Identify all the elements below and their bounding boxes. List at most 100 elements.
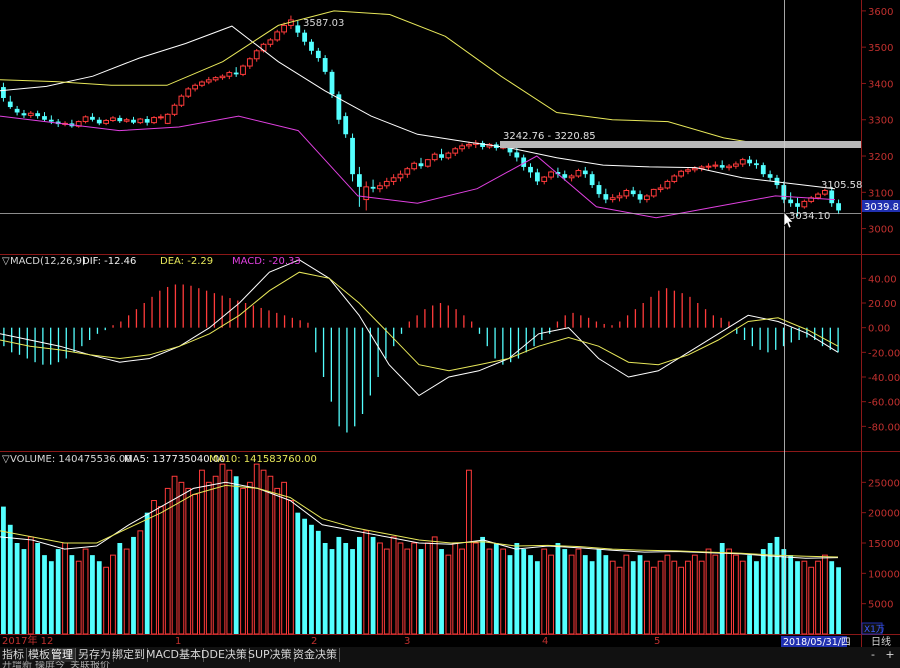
tab-0[interactable]: 指标 (0, 648, 27, 662)
candle-up (705, 165, 712, 168)
volume-axis-label: 10000 (868, 569, 900, 580)
recent-high-label: 3105.58 (821, 180, 862, 191)
tab-row2-0[interactable]: 开增新 (2, 661, 32, 668)
volume-bar-down (336, 536, 342, 634)
volume-bar-up (123, 548, 130, 635)
volume-bar-down (418, 549, 424, 634)
candle-up (171, 104, 178, 115)
volume-bar-up (609, 560, 616, 635)
volume-bar-down (69, 555, 75, 634)
candle-down (1, 87, 6, 98)
candle-down (603, 194, 609, 200)
price-axis-label: 3200 (868, 152, 893, 163)
volume-bar-down (781, 549, 787, 634)
candle-down (418, 163, 424, 167)
volume-bar-down (788, 555, 794, 634)
candle-up (431, 153, 438, 161)
tab-5[interactable]: MACD基本 (144, 648, 204, 662)
volume-bar-down (630, 561, 636, 634)
volume-bar-up (377, 542, 383, 635)
candle-down (582, 170, 588, 175)
volume-bar-up (27, 536, 34, 635)
candle-down (309, 41, 314, 51)
tab-row2-1[interactable]: 操屏今 (35, 661, 65, 668)
candle-down (754, 163, 759, 166)
tab-7[interactable]: SUP决策 (246, 648, 295, 662)
price-axis-label: 3100 (868, 188, 893, 199)
macd-title: MACD(12,26,9) (10, 256, 86, 267)
volume-bar-up (486, 548, 493, 635)
volume-bar-down (48, 561, 54, 634)
volume-bar-up (274, 487, 281, 635)
x-label-jan: 1 (175, 636, 181, 647)
volume-bar-up (664, 554, 671, 635)
volume-bar-up (739, 560, 746, 635)
volume-bar-down (760, 549, 766, 634)
volume-bar-down (302, 518, 308, 634)
volume-bar-down (55, 549, 61, 634)
price-panel[interactable] (0, 10, 841, 219)
candle-down (528, 166, 533, 173)
tab-2[interactable]: 管理 (49, 648, 76, 662)
volume-bar-up (575, 548, 582, 635)
peak-label: 3587.03 (303, 18, 344, 29)
volume-bar-down (7, 524, 13, 634)
candle-down (514, 152, 520, 158)
macd-axis-label: -60.00 (868, 398, 900, 409)
volume-ma10: MA10: 141583760.00 (209, 454, 317, 465)
x-label-may: 5 (654, 636, 660, 647)
candle-up (726, 165, 732, 169)
volume-bar-up (212, 475, 219, 635)
volume-bar-down (774, 536, 780, 634)
volume-bar-up (657, 560, 664, 635)
tab-6[interactable]: DDE决策 (199, 648, 250, 662)
price-axis-label: 3500 (868, 43, 893, 54)
candle-up (151, 117, 157, 124)
nav-minus-button[interactable]: - (866, 648, 880, 661)
candle-down (14, 108, 20, 113)
candle-down (302, 32, 308, 42)
volume-bar-up (424, 542, 431, 635)
volume-bar-down (493, 543, 499, 634)
volume-bar-down (582, 555, 588, 634)
tab-3[interactable]: 另存为 (76, 648, 114, 662)
volume-panel[interactable] (0, 463, 841, 635)
volume-bar-up (821, 554, 828, 635)
tab-4[interactable]: 绑定到 (110, 648, 148, 662)
candle-up (219, 75, 226, 79)
macd-axis-label: -20.00 (868, 348, 900, 359)
candle-up (548, 171, 554, 178)
tab-row2-2[interactable]: 关联报价 (70, 661, 110, 668)
volume-bar-up (431, 536, 438, 635)
volume-bar-down (370, 536, 376, 634)
x-label-feb: 2 (311, 636, 317, 647)
nav-plus-button[interactable]: + (883, 648, 897, 661)
candle-up (397, 173, 404, 179)
macd-dif-value: DIF: -12.46 (82, 256, 136, 267)
candle-up (377, 185, 383, 190)
volume-bar-up (82, 548, 89, 635)
volume-bar-up (267, 475, 274, 635)
volume-bar-up (815, 560, 821, 635)
volume-bar-up (671, 560, 678, 635)
tab-8[interactable]: 资金决策 (291, 648, 340, 662)
candle-up (609, 197, 616, 201)
indicator-tab-bar: 指标 模板 管理 另存为 绑定到 MACD基本 DDE决策 SUP决策 资金决策 开增新 操屏今 关联… (0, 647, 900, 668)
volume-bar-up (178, 481, 185, 635)
volume-bar-down (596, 549, 602, 634)
candle-up (246, 58, 253, 67)
volume-bar-up (500, 548, 507, 635)
volume-unit-label: X1万 (864, 625, 885, 635)
price-axis-label: 3400 (868, 79, 893, 90)
candle-down (329, 71, 335, 95)
candle-up (644, 195, 650, 201)
volume-bar-down (719, 543, 725, 634)
macd-panel[interactable] (0, 259, 839, 433)
candle-down (836, 203, 841, 211)
volume-bar-down (14, 543, 20, 634)
candle-up (815, 193, 821, 199)
volume-bar-up (151, 500, 157, 635)
volume-bar-down (747, 555, 752, 634)
candle-down (42, 116, 47, 120)
stock-chart[interactable]: 3000 3100 3200 3300 3400 3500 3600 40.00 20.00 0.… (0, 0, 900, 668)
